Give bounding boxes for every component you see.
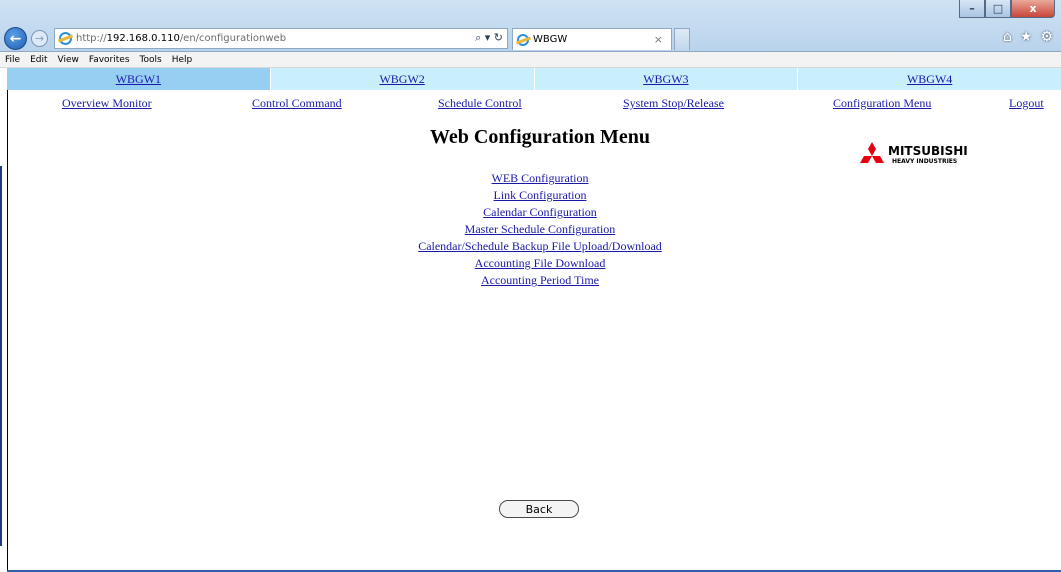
navigation-row: ← → http://192.168.0.110/en/configuratio… [0,27,1061,53]
tab-close-icon[interactable]: × [654,33,663,46]
tab-wbgw1[interactable]: WBGW1 [7,68,271,90]
main-navigation: Overview Monitor Control Command Schedul… [7,90,1061,118]
tab-wbgw3[interactable]: WBGW3 [534,68,799,90]
maximize-button[interactable]: □ [985,0,1011,18]
browser-tab[interactable]: WBGW × [512,28,672,50]
url-host: 192.168.0.110 [106,33,180,44]
tab-wbgw2[interactable]: WBGW2 [270,68,535,90]
address-bar[interactable]: http://192.168.0.110/en/configurationweb… [54,28,508,49]
nav-control-command[interactable]: Control Command [252,96,342,111]
menu-help[interactable]: Help [172,55,193,65]
url-path: /en/configurationweb [179,33,287,44]
menu-edit[interactable]: Edit [30,55,47,65]
new-tab-button[interactable] [674,28,690,50]
link-link-configuration[interactable]: Link Configuration [340,187,740,204]
minimize-button[interactable]: – [959,0,985,18]
tab-title: WBGW [533,34,568,45]
page-title: Web Configuration Menu [429,126,651,148]
menu-tools[interactable]: Tools [140,55,162,65]
nav-logout[interactable]: Logout [1009,96,1044,111]
link-backup-file-upload-download[interactable]: Calendar/Schedule Backup File Upload/Dow… [340,238,740,255]
browser-chrome: – □ x ← → http://192.168.0.110/en/config… [0,0,1061,52]
link-calendar-configuration[interactable]: Calendar Configuration [340,204,740,221]
tab-wbgw4[interactable]: WBGW4 [798,68,1061,90]
menu-view[interactable]: View [58,55,79,65]
forward-arrow-icon[interactable]: → [31,30,48,47]
title-bar: – □ x [0,0,1061,24]
favorites-star-icon[interactable]: ★ [1020,29,1033,45]
mitsubishi-logo: MITSUBISHI HEAVY INDUSTRIES [858,142,998,166]
link-master-schedule-configuration[interactable]: Master Schedule Configuration [340,221,740,238]
menu-file[interactable]: File [5,55,20,65]
window-left-edge [0,68,8,572]
logo-name: MITSUBISHI [888,144,968,158]
nav-configuration-menu[interactable]: Configuration Menu [833,96,931,111]
window-controls: – □ x [959,0,1055,18]
home-icon[interactable]: ⌂ [1003,29,1012,45]
three-diamonds-icon [860,142,884,163]
configuration-link-list: WEB Configuration Link Configuration Cal… [340,170,740,289]
gateway-tab-bar: WBGW1 WBGW2 WBGW3 WBGW4 [7,68,1061,90]
link-accounting-file-download[interactable]: Accounting File Download [340,255,740,272]
ie-page-icon [59,32,72,45]
logo-subtitle: HEAVY INDUSTRIES [892,158,958,165]
menu-favorites[interactable]: Favorites [89,55,130,65]
back-arrow-icon[interactable]: ← [4,27,27,50]
search-refresh-icon[interactable]: ⌕ ▾ ↻ [475,31,503,45]
nav-overview-monitor[interactable]: Overview Monitor [62,96,152,111]
toolbar-right-icons: ⌂ ★ ⚙ [1003,29,1053,45]
tools-gear-icon[interactable]: ⚙ [1040,29,1053,45]
link-web-configuration[interactable]: WEB Configuration [340,170,740,187]
link-accounting-period-time[interactable]: Accounting Period Time [340,272,740,289]
back-button[interactable]: Back [499,500,579,518]
nav-system-stop-release[interactable]: System Stop/Release [623,96,724,111]
close-window-button[interactable]: x [1011,0,1055,18]
tab-ie-icon [517,33,529,46]
menu-bar: File Edit View Favorites Tools Help [0,52,1061,68]
url-prefix: http:// [76,33,107,44]
nav-schedule-control[interactable]: Schedule Control [438,96,522,111]
